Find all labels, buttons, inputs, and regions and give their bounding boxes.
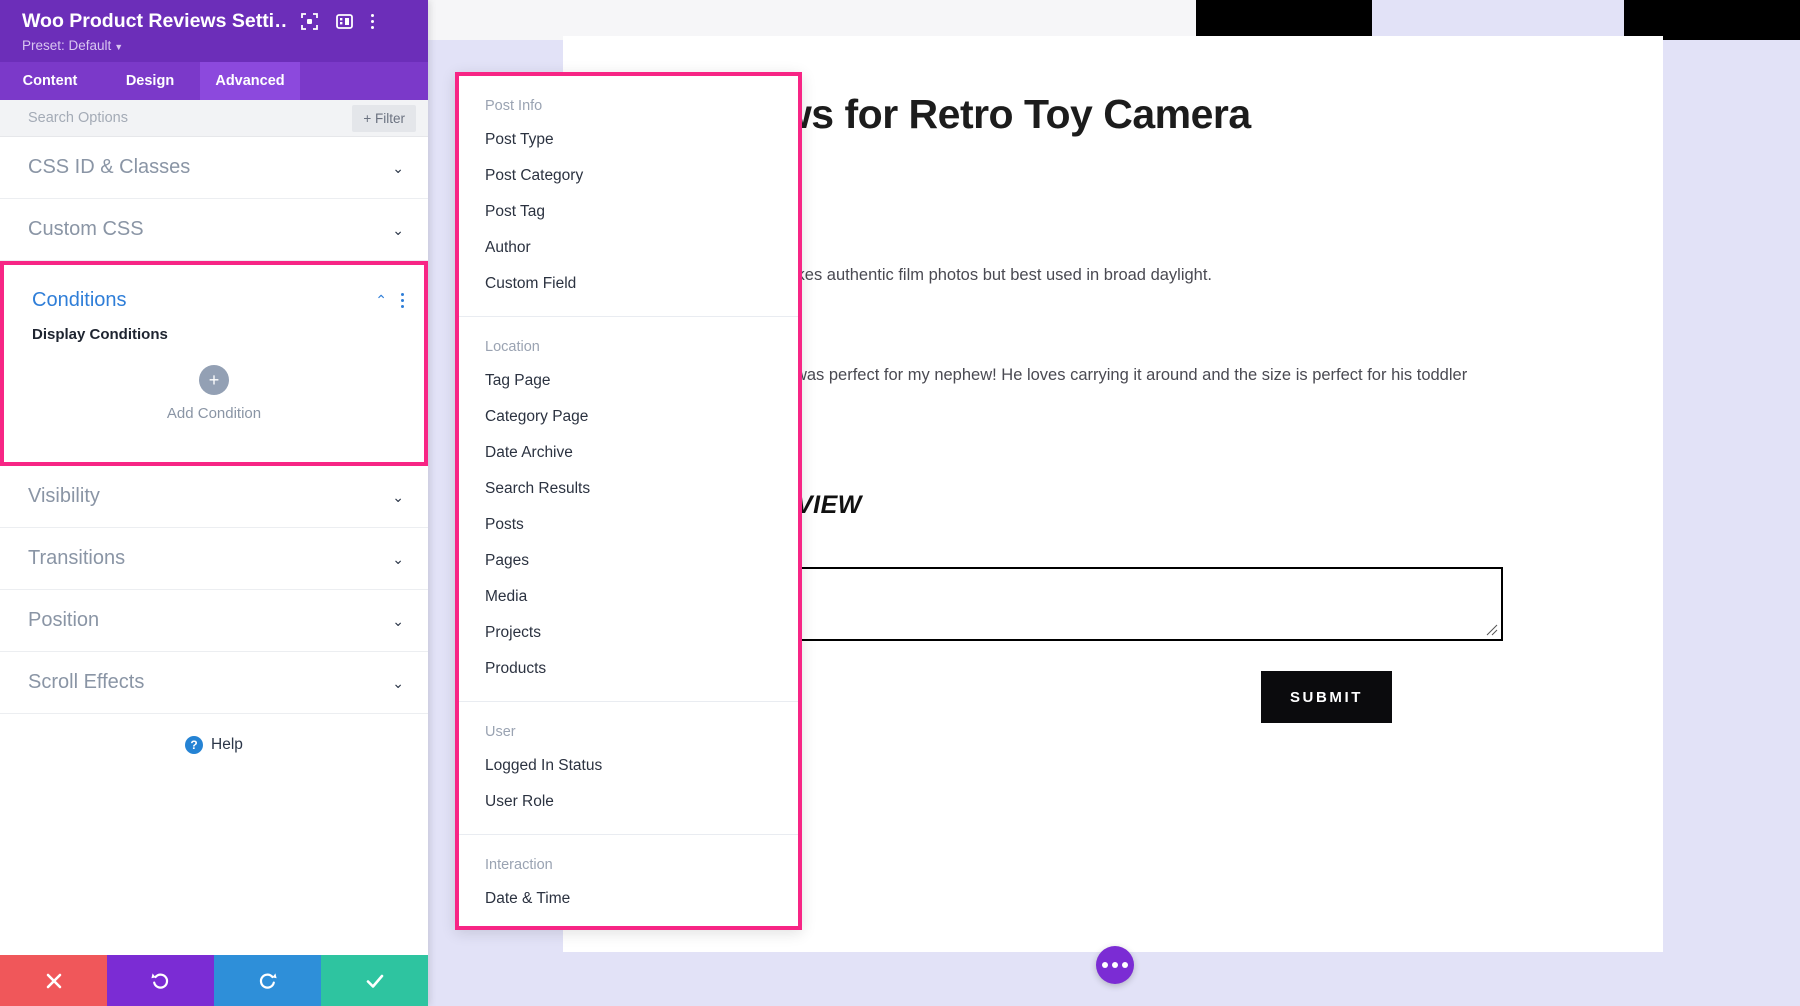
group-spacer <box>459 820 798 834</box>
tab-advanced[interactable]: Advanced <box>200 62 300 100</box>
focus-icon[interactable] <box>301 13 318 30</box>
toggle-css-id-classes[interactable]: CSS ID & Classes ⌄ <box>0 137 428 199</box>
dot-icon <box>1112 962 1118 968</box>
close-button[interactable] <box>0 955 107 1006</box>
toggle-scroll-effects[interactable]: Scroll Effects ⌄ <box>0 652 428 714</box>
question-mark-icon: ? <box>185 736 203 754</box>
dropdown-item-pages[interactable]: Pages <box>459 543 798 579</box>
dropdown-item-category-page[interactable]: Category Page <box>459 399 798 435</box>
help-link[interactable]: ? Help <box>0 714 428 776</box>
top-black-strip-right <box>1624 0 1800 40</box>
layout-columns-icon[interactable] <box>336 13 353 30</box>
chevron-down-icon: ⌄ <box>392 490 404 504</box>
panel-header: Woo Product Reviews Setti… <box>0 0 428 62</box>
add-condition-area[interactable]: + Add Condition <box>4 343 424 462</box>
dropdown-item-post-category[interactable]: Post Category <box>459 158 798 194</box>
help-label: Help <box>211 736 243 754</box>
dropdown-group-post-info: Post Info Post Type Post Category Post T… <box>459 76 798 316</box>
redo-icon <box>257 970 278 991</box>
redo-button[interactable] <box>214 955 321 1006</box>
kebab-menu-icon[interactable] <box>371 14 374 29</box>
dot-icon <box>1102 962 1108 968</box>
tab-content[interactable]: Content <box>0 62 100 100</box>
dropdown-item-search-results[interactable]: Search Results <box>459 471 798 507</box>
dropdown-item-tag-page[interactable]: Tag Page <box>459 363 798 399</box>
dropdown-item-author[interactable]: Author <box>459 230 798 266</box>
conditions-dropdown: Post Info Post Type Post Category Post T… <box>455 72 802 930</box>
close-icon <box>44 971 64 991</box>
tabs-filler <box>300 62 428 100</box>
dropdown-item-products[interactable]: Products <box>459 651 798 687</box>
module-settings-panel: Woo Product Reviews Setti… <box>0 0 428 1006</box>
group-title: Interaction <box>459 835 798 881</box>
options-toggle-list: CSS ID & Classes ⌄ Custom CSS ⌄ Conditio… <box>0 137 428 955</box>
dropdown-item-logged-in-status[interactable]: Logged In Status <box>459 748 798 784</box>
chevron-down-icon: ⌄ <box>392 223 404 237</box>
tab-design[interactable]: Design <box>100 62 200 100</box>
panel-tabs: Content Design Advanced <box>0 62 428 100</box>
toggle-label: CSS ID & Classes <box>28 156 190 179</box>
dropdown-item-projects[interactable]: Projects <box>459 615 798 651</box>
toggle-label: Position <box>28 609 99 632</box>
chevron-down-icon: ⌄ <box>392 552 404 566</box>
group-title: User <box>459 702 798 748</box>
toggle-transitions[interactable]: Transitions ⌄ <box>0 528 428 590</box>
dropdown-group-interaction: Interaction Date & Time <box>459 834 798 930</box>
display-conditions-label: Display Conditions <box>4 326 424 343</box>
chevron-down-icon: ⌄ <box>392 676 404 690</box>
group-title: Location <box>459 317 798 363</box>
more-options-fab[interactable] <box>1096 946 1134 984</box>
preset-label: Preset: Default <box>22 38 111 53</box>
browser-chrome-right-black <box>1196 0 1372 40</box>
dot-icon <box>1122 962 1128 968</box>
group-spacer <box>459 302 798 316</box>
dropdown-item-media[interactable]: Media <box>459 579 798 615</box>
save-button[interactable] <box>321 955 428 1006</box>
dropdown-item-date-and-time[interactable]: Date & Time <box>459 881 798 917</box>
dropdown-item-user-role[interactable]: User Role <box>459 784 798 820</box>
search-row: + Filter <box>0 100 428 137</box>
group-title: Post Info <box>459 76 798 122</box>
dropdown-item-posts[interactable]: Posts <box>459 507 798 543</box>
dropdown-item-post-type[interactable]: Post Type <box>459 122 798 158</box>
dropdown-item-post-tag[interactable]: Post Tag <box>459 194 798 230</box>
conditions-header[interactable]: Conditions ⌃ <box>4 265 424 326</box>
group-spacer <box>459 687 798 701</box>
toggle-label: Transitions <box>28 547 125 570</box>
filter-button[interactable]: + Filter <box>352 105 416 132</box>
checkmark-icon <box>364 970 386 992</box>
toggle-visibility[interactable]: Visibility ⌄ <box>0 466 428 528</box>
panel-title: Woo Product Reviews Setti… <box>22 10 287 33</box>
conditions-kebab-menu-icon[interactable] <box>401 293 404 308</box>
toggle-label: Custom CSS <box>28 218 144 241</box>
undo-button[interactable] <box>107 955 214 1006</box>
chevron-down-icon: ▼ <box>114 42 123 52</box>
toggle-position[interactable]: Position ⌄ <box>0 590 428 652</box>
plus-icon[interactable]: + <box>199 365 229 395</box>
toggle-custom-css[interactable]: Custom CSS ⌄ <box>0 199 428 261</box>
dropdown-item-custom-field[interactable]: Custom Field <box>459 266 798 302</box>
plus-icon: + <box>363 111 371 126</box>
chevron-down-icon: ⌄ <box>392 614 404 628</box>
conditions-section: Conditions ⌃ Display Conditions + Add Co… <box>0 261 428 466</box>
dropdown-item-date-archive[interactable]: Date Archive <box>459 435 798 471</box>
chevron-down-icon: ⌄ <box>392 161 404 175</box>
search-input[interactable] <box>28 110 258 126</box>
filter-label: Filter <box>375 111 405 126</box>
submit-button[interactable]: SUBMIT <box>1261 671 1392 723</box>
dropdown-group-location: Location Tag Page Category Page Date Arc… <box>459 316 798 701</box>
conditions-title: Conditions <box>32 289 127 312</box>
add-condition-label: Add Condition <box>167 405 261 422</box>
undo-icon <box>150 970 171 991</box>
dropdown-group-user: User Logged In Status User Role <box>459 701 798 834</box>
chevron-up-icon[interactable]: ⌃ <box>375 292 387 309</box>
toggle-label: Scroll Effects <box>28 671 144 694</box>
preset-selector[interactable]: Preset: Default▼ <box>22 38 410 53</box>
panel-action-bar <box>0 955 428 1006</box>
toggle-label: Visibility <box>28 485 100 508</box>
